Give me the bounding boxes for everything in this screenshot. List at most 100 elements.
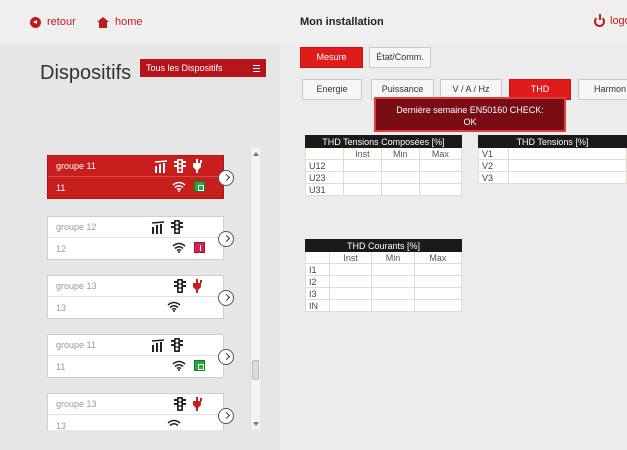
device-card[interactable]: groupe 12 12 [47, 216, 224, 260]
top-bar: retour home Mon installation logo [0, 0, 627, 44]
tooltip-line-2: OK [463, 117, 477, 127]
wifi-icon [172, 181, 186, 192]
device-group: groupe 11 [56, 161, 96, 171]
table-title: THD Tensions [%] [478, 135, 627, 148]
device-icons [154, 159, 203, 173]
page: retour home Mon installation logo Dispos… [0, 0, 627, 450]
device-status-icons [172, 242, 205, 253]
menu-icon [253, 65, 260, 72]
column-header: Min [380, 147, 420, 160]
device-list: groupe 11 11 groupe 12 12 groupe 13 13 g… [42, 145, 262, 430]
device-id: 13 [56, 421, 67, 430]
status-ok-icon [194, 181, 205, 192]
devices-filter-value: Tous les Dispositifs [146, 63, 223, 73]
column-header: Max [413, 251, 463, 264]
scrollbar-thumb[interactable] [252, 360, 259, 380]
device-card-footer: 11 [48, 357, 223, 378]
device-card-footer: 13 [48, 416, 223, 430]
scroll-down-arrow-icon[interactable] [253, 422, 259, 426]
column-header: Inst [343, 147, 382, 160]
table-row: U12 [305, 159, 463, 172]
device-id: 11 [56, 183, 66, 193]
traffic-light-icon [171, 220, 183, 234]
row-label: V1 [478, 147, 509, 160]
device-id: 12 [56, 244, 67, 254]
traffic-light-icon [174, 279, 186, 293]
row-label: U12 [305, 159, 344, 172]
en50160-check-tooltip: Dernière semaine EN50160 CHECK: OK [374, 97, 566, 132]
device-icons [174, 397, 203, 411]
devices-title: Dispositifs [40, 62, 132, 84]
device-status-icons [172, 360, 205, 371]
device-card-footer: 11 [48, 178, 223, 199]
device-list-scrollbar[interactable] [250, 148, 260, 430]
status-ok-icon [194, 360, 205, 371]
meter-bars-icon [154, 160, 168, 173]
open-device-button[interactable] [218, 349, 234, 365]
wifi-icon [172, 242, 186, 253]
meter-bars-icon [151, 221, 165, 234]
tab-energie[interactable]: Energie [302, 79, 362, 100]
status-alarm-icon [194, 242, 205, 253]
device-card[interactable]: groupe 13 13 [47, 275, 224, 319]
device-id: 11 [56, 362, 66, 372]
device-icons [174, 279, 203, 293]
row-label: V3 [478, 171, 509, 184]
device-card[interactable]: groupe 11 11 [47, 155, 224, 199]
tab-etat-comm[interactable]: État/Comm. [369, 47, 431, 68]
device-card-header: groupe 13 [48, 276, 223, 297]
device-id: 13 [56, 303, 67, 313]
device-status-icons [172, 181, 205, 192]
device-card[interactable]: groupe 11 11 [47, 334, 224, 378]
thd-tensions-table: THD Tensions [%] V1 V2 V3 [478, 135, 627, 184]
device-card-footer: 13 [48, 298, 223, 319]
device-group: groupe 11 [56, 340, 96, 350]
table-row: V1 [478, 147, 627, 160]
devices-filter-select[interactable]: Tous les Dispositifs [140, 59, 266, 77]
logout-label: logo [610, 15, 627, 27]
device-card[interactable]: groupe 13 13 [47, 393, 224, 430]
device-card-header: groupe 13 [48, 394, 223, 415]
row-label: IN [305, 299, 330, 312]
home-icon [97, 16, 109, 28]
logout-link[interactable]: logo [594, 13, 627, 27]
plug-icon [193, 397, 202, 411]
tab-harmoniques[interactable]: Harmon [578, 79, 627, 100]
traffic-light-icon [174, 159, 186, 173]
table-title: THD Courants [%] [305, 239, 462, 252]
home-label: home [115, 16, 143, 28]
home-link[interactable]: home [97, 16, 143, 28]
device-icons [151, 220, 183, 234]
open-device-button[interactable] [218, 170, 234, 186]
table-row: V3 [478, 171, 627, 184]
column-header: Min [371, 251, 415, 264]
back-label: retour [47, 16, 76, 28]
scroll-up-arrow-icon[interactable] [253, 152, 259, 156]
open-device-button[interactable] [218, 231, 234, 247]
tab-mesure[interactable]: Mesure [300, 47, 363, 68]
device-group: groupe 12 [56, 222, 97, 232]
device-status-icons [167, 419, 181, 430]
column-header [305, 251, 330, 264]
device-card-footer: 12 [48, 239, 223, 260]
table-row: I1 [305, 263, 463, 276]
wifi-icon [172, 360, 186, 371]
row-label: I3 [305, 287, 330, 300]
table-row: IN [305, 299, 463, 312]
traffic-light-icon [171, 338, 183, 352]
open-device-button[interactable] [218, 290, 234, 306]
power-icon [594, 13, 605, 27]
row-label: U31 [305, 183, 344, 196]
table-row: I3 [305, 287, 463, 300]
column-header: Max [418, 147, 463, 160]
table-title: THD Tensions Composées [%] [305, 135, 462, 148]
device-group: groupe 13 [56, 399, 97, 409]
back-link[interactable]: retour [30, 16, 76, 28]
table-row: U23 [305, 171, 463, 184]
open-device-button[interactable] [218, 408, 234, 424]
device-card-header: groupe 12 [48, 217, 223, 238]
plug-icon [193, 279, 202, 293]
device-card-header: groupe 11 [48, 156, 223, 177]
row-label: V2 [478, 159, 509, 172]
thd-courants-table: THD Courants [%] Inst Min Max I1 I2 I3 I… [305, 239, 463, 312]
